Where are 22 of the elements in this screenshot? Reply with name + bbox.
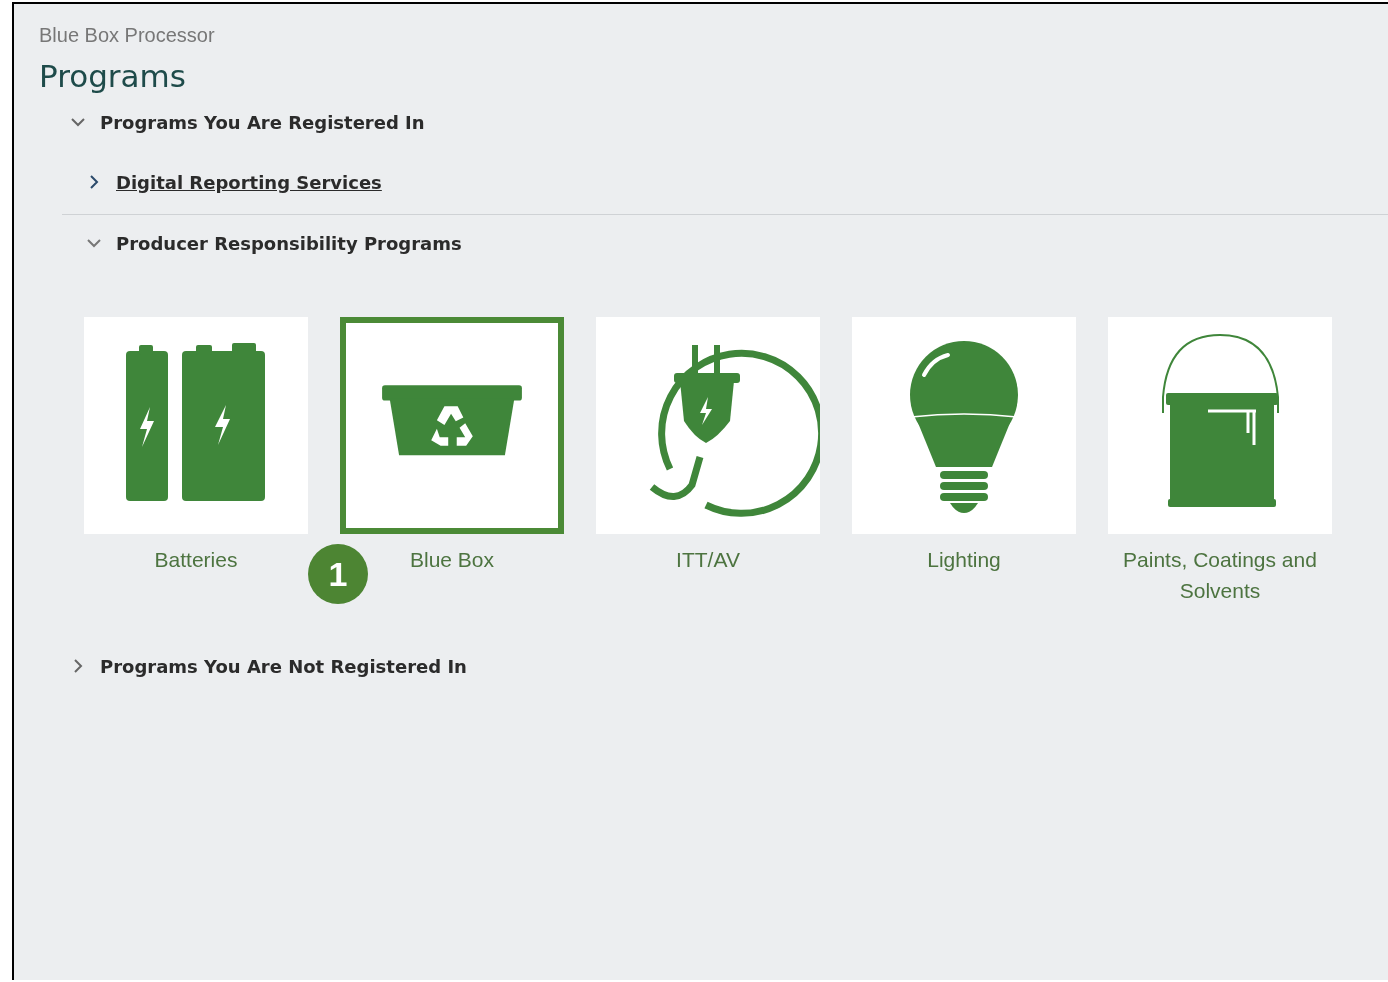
program-label: ITT/AV xyxy=(676,547,740,573)
section-heading[interactable]: Programs You Are Not Registered In xyxy=(100,655,467,677)
program-tile[interactable] xyxy=(852,317,1076,534)
section-heading[interactable]: Programs You Are Registered In xyxy=(100,111,425,133)
program-tile[interactable] xyxy=(84,317,308,534)
program-tile[interactable] xyxy=(596,317,820,534)
paint-can-icon xyxy=(1162,334,1279,507)
page-title: Programs xyxy=(39,57,187,96)
program-tile[interactable] xyxy=(1108,317,1332,534)
program-label: Batteries xyxy=(154,547,238,573)
program-label: Blue Box xyxy=(409,547,495,573)
program-label: Lighting xyxy=(927,547,1001,573)
program-label: Paints, Coatings and Solvents xyxy=(1122,547,1318,604)
plug-icon xyxy=(649,345,820,517)
batteries-icon xyxy=(126,343,265,501)
program-link[interactable]: Digital Reporting Services xyxy=(116,171,382,193)
step-badge: 1 xyxy=(308,544,368,604)
lightbulb-icon xyxy=(910,341,1018,513)
group-heading[interactable]: Producer Responsibility Programs xyxy=(116,232,462,254)
recycling-bin-icon xyxy=(382,385,522,456)
breadcrumb[interactable]: Blue Box Processor xyxy=(39,22,1388,48)
program-tile[interactable] xyxy=(340,317,564,534)
